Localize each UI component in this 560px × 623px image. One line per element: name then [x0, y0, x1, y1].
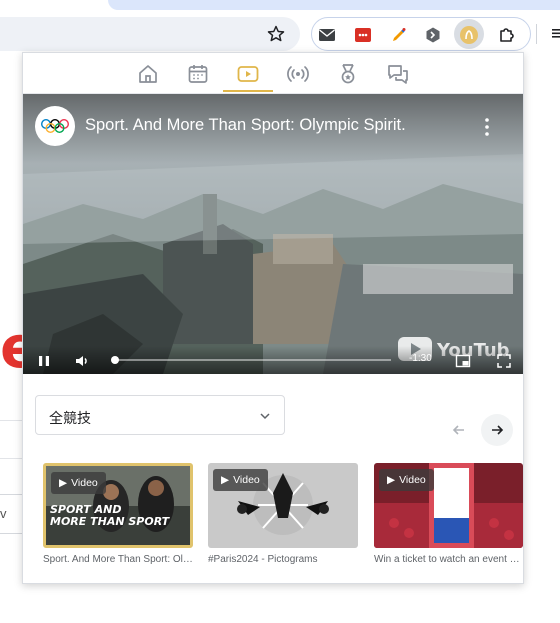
prev-button[interactable]	[443, 414, 475, 446]
arrow-right-icon	[492, 425, 504, 435]
badge-play-icon: ▶	[221, 474, 230, 486]
olympic-channel-logo[interactable]	[35, 106, 75, 146]
arrow-left-icon	[452, 425, 464, 435]
star-icon[interactable]	[266, 24, 286, 44]
video-caption[interactable]: Sport. And More Than Sport: Olympic Spir…	[43, 554, 193, 565]
active-tab-indicator	[223, 90, 273, 92]
chat-icon[interactable]	[386, 62, 410, 86]
video-thumbnail[interactable]: ▶ Video	[374, 463, 523, 548]
volume-icon[interactable]	[74, 353, 90, 369]
pause-icon[interactable]	[36, 353, 52, 369]
time-remaining: -1:30	[409, 353, 432, 364]
play-icon[interactable]	[236, 62, 260, 86]
miniplayer-icon[interactable]	[455, 353, 471, 369]
video-caption[interactable]: #Paris2024 - Pictograms	[208, 554, 358, 565]
address-bar[interactable]	[0, 17, 300, 51]
kebab-icon[interactable]	[548, 23, 560, 43]
red-extension-icon[interactable]	[352, 24, 374, 46]
progress-bar[interactable]	[115, 359, 391, 361]
video-title[interactable]: Sport. And More Than Sport: Olympic Spir…	[85, 116, 406, 135]
broadcast-icon[interactable]	[286, 62, 310, 86]
sport-filter-value: 全競技	[49, 410, 91, 426]
tab-strip	[108, 0, 560, 10]
video-more-icon[interactable]	[479, 116, 495, 138]
extensions-group	[311, 17, 531, 51]
video-badge: ▶ Video	[379, 469, 434, 491]
medal-icon[interactable]	[336, 62, 360, 86]
video-player[interactable]: Sport. And More Than Sport: Olympic Spir…	[23, 94, 523, 374]
puzzle-icon[interactable]	[496, 24, 518, 46]
sport-filter-select[interactable]: 全競技	[35, 395, 285, 435]
mail-icon[interactable]	[316, 24, 338, 46]
video-thumbnail[interactable]: SPORT AND MORE THAN SPORT ▶ Video	[43, 463, 193, 548]
next-button[interactable]	[481, 414, 513, 446]
video-caption[interactable]: Win a ticket to watch an event at Paris …	[374, 554, 523, 565]
badge-label: Video	[399, 474, 426, 486]
page-divider	[0, 420, 24, 421]
badge-play-icon: ▶	[387, 474, 396, 486]
badge-label: Video	[233, 474, 260, 486]
popup-nav	[23, 53, 523, 94]
video-badge: ▶ Video	[51, 472, 106, 494]
toolbar-divider	[536, 24, 537, 44]
fullscreen-icon[interactable]	[496, 353, 512, 369]
chevron-down-icon	[260, 413, 270, 420]
progress-scrubber[interactable]	[111, 356, 119, 364]
home-icon[interactable]	[136, 62, 160, 86]
browser-toolbar	[0, 0, 560, 58]
badge-label: Video	[71, 477, 98, 489]
extension-popup: Sport. And More Than Sport: Olympic Spir…	[22, 52, 524, 584]
olympic-extension-icon[interactable]	[458, 24, 480, 46]
page-partial-box: v	[0, 494, 24, 534]
video-badge: ▶ Video	[213, 469, 268, 491]
page-divider	[0, 458, 24, 459]
video-card[interactable]: ▶ Video Win a ticket to watch an event at…	[374, 463, 523, 565]
video-thumbnail[interactable]: ▶ Video	[208, 463, 358, 548]
calendar-icon[interactable]	[186, 62, 210, 86]
pen-extension-icon[interactable]	[388, 24, 410, 46]
video-card[interactable]: ▶ Video #Paris2024 - Pictograms	[208, 463, 358, 565]
hex-extension-icon[interactable]	[422, 24, 444, 46]
video-card[interactable]: SPORT AND MORE THAN SPORT ▶ Video Sport. …	[43, 463, 193, 565]
thumbnail-text-line2: MORE THAN SPORT	[50, 515, 171, 528]
badge-play-icon: ▶	[59, 477, 68, 489]
